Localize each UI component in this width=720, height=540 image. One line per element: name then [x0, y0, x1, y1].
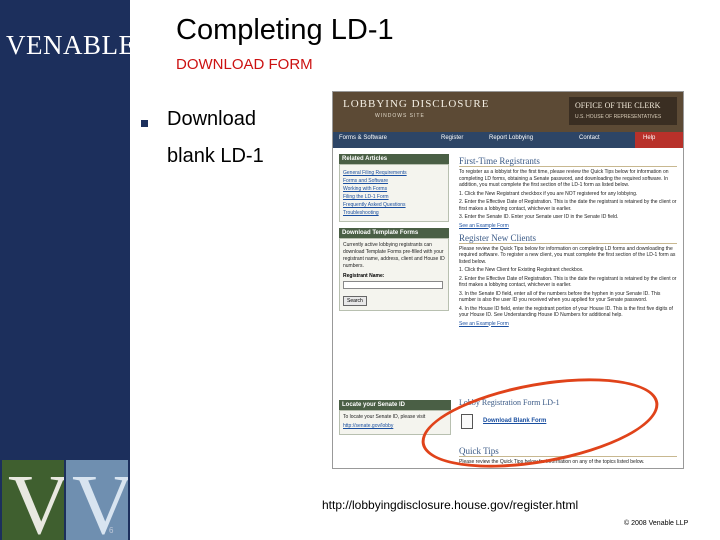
related-link[interactable]: Working with Forms	[343, 186, 445, 192]
related-articles-heading: Related Articles	[339, 154, 449, 164]
site-subtitle: WINDOWS SITE	[375, 113, 425, 119]
first-time-step: 2. Enter the Effective Date of Registrat…	[459, 199, 677, 212]
venable-logo: VENABLE® LLP	[6, 30, 163, 61]
registrant-name-input[interactable]	[343, 281, 443, 289]
brand-name: VENABLE	[6, 30, 136, 60]
site-header: LOBBYING DISCLOSURE WINDOWS SITE OFFICE …	[333, 92, 683, 132]
clerk-title: OFFICE OF THE CLERK	[575, 101, 661, 110]
registrant-name-label: Registrant Name:	[343, 273, 385, 279]
first-time-intro: To register as a lobbyist for the first …	[459, 169, 669, 188]
related-link[interactable]: General Filing Requirements	[343, 170, 445, 176]
monogram-letter: V	[72, 460, 128, 540]
related-link[interactable]: Forms and Software	[343, 178, 445, 184]
slide-subtitle: DOWNLOAD FORM	[176, 56, 313, 73]
nav-report-lobbying[interactable]: Report Lobbying	[489, 135, 533, 141]
clerk-subtitle: U.S. HOUSE OF REPRESENTATIVES	[575, 114, 662, 120]
first-time-step: 3. Enter the Senate ID. Enter your Senat…	[459, 214, 619, 220]
bullet-text-line1: Download	[167, 108, 256, 130]
site-title: LOBBYING DISCLOSURE	[343, 98, 490, 110]
monogram-tile-right: V	[66, 460, 128, 540]
slide-title: Completing LD-1	[176, 14, 394, 46]
bullet-square-icon	[141, 120, 148, 127]
download-template-text: Currently active lobbying registrants ca…	[343, 242, 445, 269]
nav-help-label: Help	[643, 135, 656, 141]
search-button[interactable]: Search	[343, 296, 367, 306]
download-template-heading: Download Template Forms	[339, 228, 449, 238]
locate-heading: Locate your Senate ID	[339, 400, 451, 410]
new-clients-step: 4. In the House ID field, enter the regi…	[459, 305, 673, 319]
first-time-step: 1. Click the New Registrant checkbox if …	[459, 190, 638, 197]
site-main-column: First-Time Registrants To register as a …	[459, 152, 677, 327]
brand-suffix: LLP	[149, 50, 163, 56]
copyright-notice: © 2008 Venable LLP	[624, 520, 689, 527]
example-form-link[interactable]: See an Example Form	[459, 321, 677, 327]
related-articles-panel: General Filing Requirements Forms and So…	[339, 164, 449, 222]
download-template-panel: Currently active lobbying registrants ca…	[339, 238, 449, 311]
new-clients-intro: Please review the Quick Tips below for i…	[459, 245, 676, 265]
related-link[interactable]: Troubleshooting	[343, 210, 445, 216]
related-link[interactable]: Filing the LD-1 Form	[343, 194, 445, 200]
related-link[interactable]: Frequently Asked Questions	[343, 202, 445, 208]
new-clients-step: 1. Click the New Client for Existing Reg…	[459, 267, 584, 273]
nav-register[interactable]: Register	[441, 135, 463, 141]
monogram-tile-left: V	[2, 460, 64, 540]
clerk-banner: OFFICE OF THE CLERK U.S. HOUSE OF REPRES…	[569, 97, 677, 125]
brand-sidebar: VENABLE® LLP V V 6	[0, 0, 162, 540]
nav-help[interactable]: Help	[635, 132, 683, 148]
monogram-letter: V	[8, 460, 64, 540]
brand-mark: ®	[135, 30, 143, 39]
slide-number: 6	[109, 526, 114, 535]
example-form-link[interactable]: See an Example Form	[459, 223, 677, 229]
new-clients-step: 2. Enter the Effective Date of Registrat…	[459, 275, 677, 289]
new-clients-heading: Register New Clients	[459, 233, 677, 244]
first-time-heading: First-Time Registrants	[459, 156, 677, 167]
site-nav-bar: Forms & Software Register Report Lobbyin…	[333, 132, 683, 148]
site-left-column: Related Articles General Filing Requirem…	[339, 154, 449, 311]
nav-forms-software[interactable]: Forms & Software	[339, 135, 387, 141]
bullet-text-line2: blank LD-1	[167, 145, 264, 167]
source-url: http://lobbyingdisclosure.house.gov/regi…	[322, 498, 579, 512]
locate-text: To locate your Senate ID, please visit	[343, 414, 426, 420]
nav-contact[interactable]: Contact	[579, 135, 600, 141]
new-clients-step: 3. In the Senate ID field, enter all of …	[459, 290, 661, 304]
